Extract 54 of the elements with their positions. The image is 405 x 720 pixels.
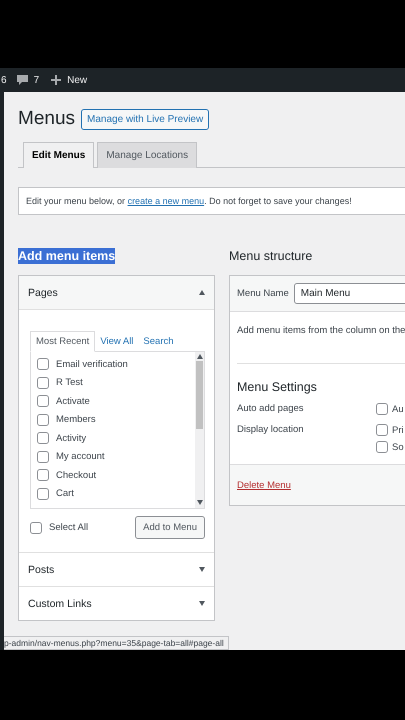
tab[interactable]: View All [95,332,138,351]
comments-count[interactable]: 7 [34,74,40,86]
collapse-icon[interactable] [199,290,205,295]
section-header[interactable]: Pages [19,276,214,310]
checkbox[interactable] [37,414,49,426]
updates-count[interactable]: 6 [1,74,7,86]
page-label[interactable]: Cart [56,488,74,499]
page-label[interactable]: Members [56,414,96,425]
page-label[interactable]: R Test [56,377,83,388]
page-label[interactable]: Activate [56,396,90,406]
status-url: p-admin/nav-menus.php?menu=35&page-tab=all#page-all [4,638,224,648]
page-title: Menus [18,108,76,130]
live-preview-button[interactable]: Manage with Live Preview [81,108,210,130]
menu-name-field[interactable]: Main Menu [294,283,405,304]
page-label[interactable]: Checkout [56,470,96,480]
option-label[interactable]: Au [392,404,404,414]
select-all-label[interactable]: Select All [49,522,88,533]
plus-icon[interactable] [51,75,62,85]
setting-label: Display location [237,424,305,437]
section-heading: Add menu items [18,248,116,264]
checkbox[interactable] [376,441,388,453]
hint-text: Add menu items from the column on the [237,325,405,338]
page-label[interactable]: Activity [56,432,86,444]
expand-icon[interactable] [199,601,205,606]
checkbox[interactable] [37,395,49,407]
expand-icon[interactable] [199,567,205,572]
scrollbar[interactable] [195,352,204,508]
page-label[interactable]: My account [56,451,105,462]
checkbox[interactable] [37,432,49,444]
tab[interactable]: Edit Menus [23,142,94,168]
tab[interactable]: Most Recent [30,331,96,352]
checkbox[interactable] [30,522,42,534]
checkbox[interactable] [37,450,49,462]
checkbox[interactable] [37,469,49,481]
comment-icon[interactable] [16,74,28,86]
delete-menu-link[interactable]: Delete Menu [237,480,291,491]
checkbox[interactable] [37,376,49,388]
notice-text: Edit your menu below, or create a new menu. Do not forget to save your changes! [18,187,405,215]
section-heading: Menu structure [229,248,312,264]
page-label[interactable]: Email verification [56,358,128,370]
checkbox[interactable] [37,488,49,500]
checkbox[interactable] [376,403,388,415]
checkbox[interactable] [376,424,388,436]
create-menu-link[interactable]: create a new menu [128,196,204,206]
option-label[interactable]: Pri [392,424,404,436]
field-label: Menu Name [237,288,289,299]
settings-title: Menu Settings [237,363,405,394]
tab[interactable]: Manage Locations [97,142,198,168]
setting-label: Auto add pages [237,403,305,415]
checkbox[interactable] [37,358,49,370]
tab[interactable]: Search [138,332,179,351]
option-label[interactable]: So [392,442,404,452]
new-link[interactable]: New [67,74,88,86]
add-to-menu-button[interactable]: Add to Menu [135,516,205,539]
